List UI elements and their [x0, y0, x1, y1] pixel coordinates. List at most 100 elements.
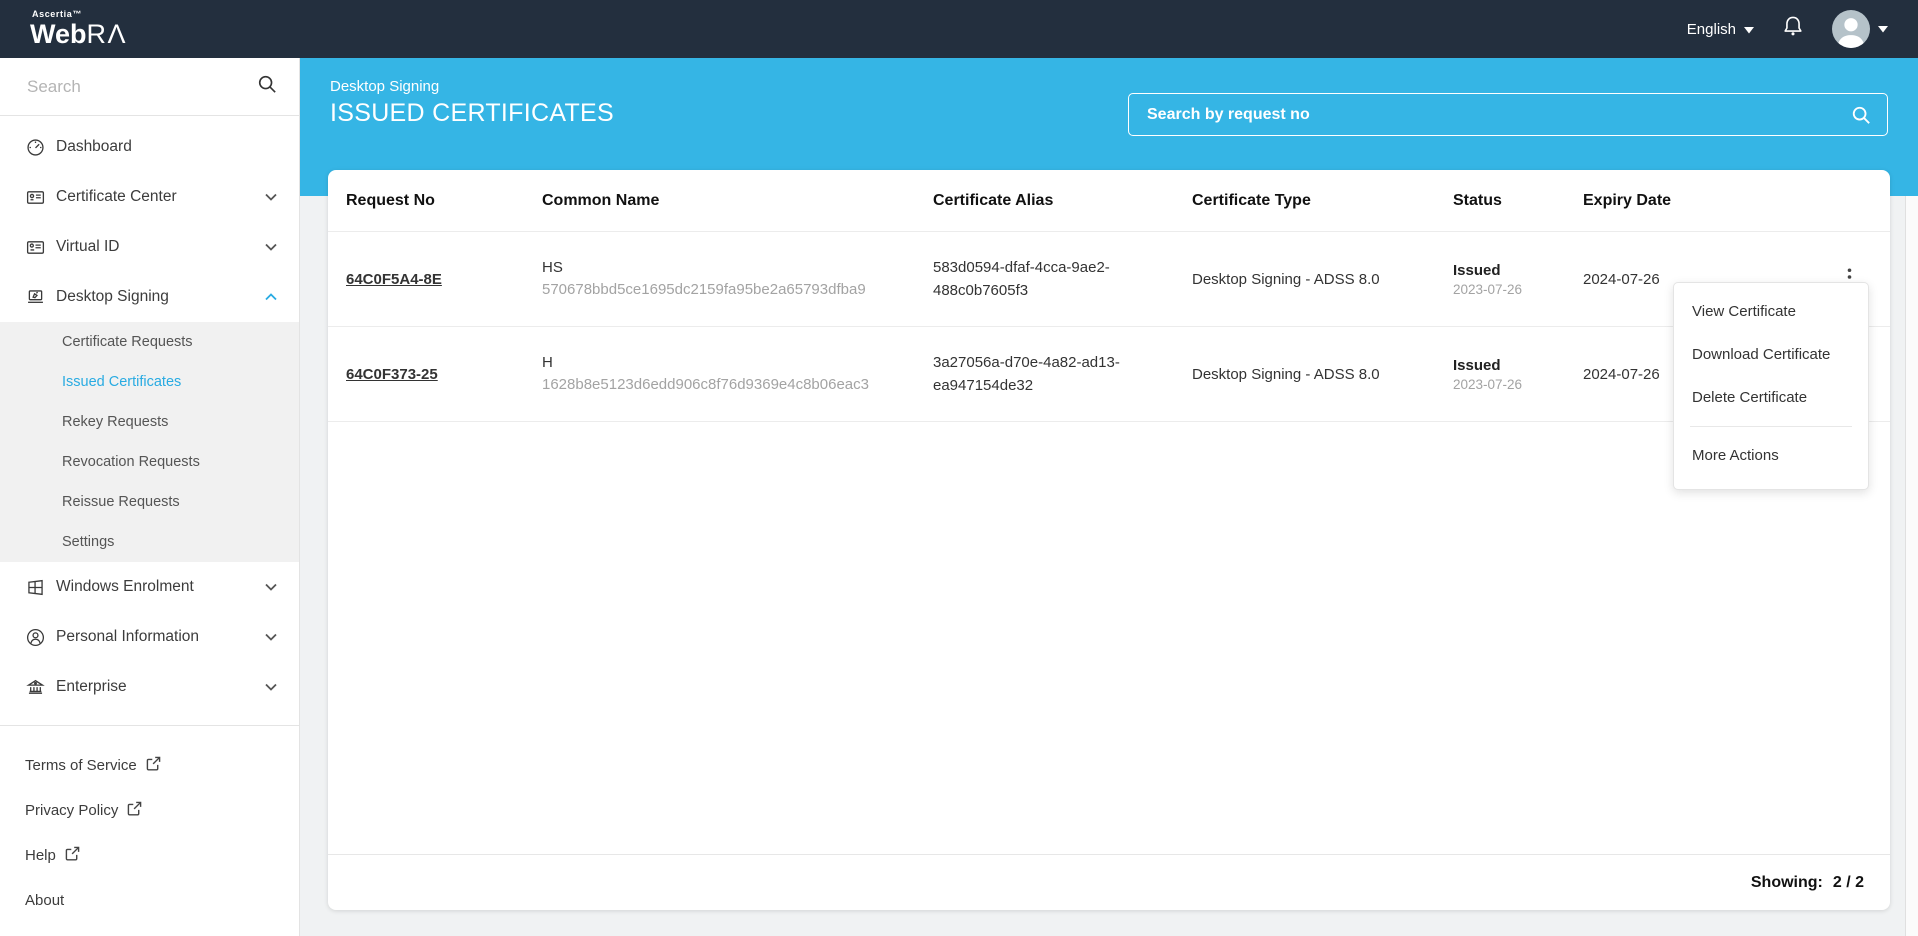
caret-down-icon	[1878, 20, 1888, 38]
status-badge: Issued	[1453, 262, 1583, 279]
external-link-icon	[146, 756, 161, 775]
breadcrumb: Desktop Signing	[330, 78, 614, 95]
certificate-type: Desktop Signing - ADSS 8.0	[1192, 271, 1453, 288]
logo-ra: RΛ	[87, 19, 128, 49]
column-header-certificate-alias: Certificate Alias	[933, 192, 1192, 210]
sidebar-item-label: Certificate Center	[56, 188, 177, 206]
page-title: ISSUED CERTIFICATES	[330, 99, 614, 128]
status-date: 2023-07-26	[1453, 377, 1583, 392]
request-no-link[interactable]: 64C0F373-25	[346, 366, 438, 383]
logo-web: Web	[30, 19, 87, 49]
desktop-signing-submenu: Certificate Requests Issued Certificates…	[0, 322, 299, 562]
showing-value: 2 / 2	[1833, 874, 1864, 892]
table-header: Request No Common Name Certificate Alias…	[328, 170, 1890, 232]
menu-item-delete-certificate[interactable]: Delete Certificate	[1674, 376, 1868, 419]
table-row: 64C0F5A4-8E HS 570678bbd5ce1695dc2159fa9…	[328, 232, 1890, 327]
main-content: Desktop Signing ISSUED CERTIFICATES Requ…	[300, 58, 1918, 936]
column-header-common-name: Common Name	[542, 192, 933, 210]
sidebar-item-enterprise[interactable]: Enterprise	[0, 662, 299, 712]
submenu-item-settings[interactable]: Settings	[0, 522, 299, 562]
link-label: Terms of Service	[25, 757, 137, 774]
menu-item-more-actions[interactable]: More Actions	[1674, 434, 1868, 477]
sidebar-search	[0, 58, 299, 116]
common-name-primary: H	[542, 352, 933, 375]
sidebar-item-windows-enrolment[interactable]: Windows Enrolment	[0, 562, 299, 612]
app-logo: Ascertia™ WebRΛ	[30, 10, 127, 48]
notifications-button[interactable]	[1780, 14, 1806, 45]
submenu-item-reissue-requests[interactable]: Reissue Requests	[0, 482, 299, 522]
chevron-down-icon	[265, 243, 277, 251]
menu-item-view-certificate[interactable]: View Certificate	[1674, 290, 1868, 333]
sidebar-item-label: Desktop Signing	[56, 288, 169, 306]
vertical-scrollbar[interactable]	[1905, 196, 1918, 936]
windows-icon	[24, 576, 46, 598]
submenu-item-rekey-requests[interactable]: Rekey Requests	[0, 402, 299, 442]
sidebar-item-certificate-center[interactable]: Certificate Center	[0, 172, 299, 222]
link-label: About	[25, 892, 64, 909]
chevron-down-icon	[265, 193, 277, 201]
page-title-block: Desktop Signing ISSUED CERTIFICATES	[330, 78, 614, 128]
showing-label: Showing:	[1751, 874, 1823, 892]
about-link[interactable]: About	[0, 878, 299, 923]
sidebar-menu: Dashboard Certificate Center Virtual ID …	[0, 116, 299, 712]
column-header-status: Status	[1453, 192, 1583, 210]
menu-divider	[1690, 426, 1852, 427]
sidebar-item-label: Virtual ID	[56, 238, 119, 256]
chevron-down-icon	[265, 683, 277, 691]
row-actions-menu: View Certificate Download Certificate De…	[1673, 282, 1869, 490]
submenu-item-certificate-requests[interactable]: Certificate Requests	[0, 322, 299, 362]
external-link-icon	[65, 846, 80, 865]
search-icon[interactable]	[1851, 105, 1871, 125]
sidebar-item-dashboard[interactable]: Dashboard	[0, 122, 299, 172]
common-name-secondary: 1628b8e5123d6edd906c8f76d9369e4c8b06eac3	[542, 374, 872, 397]
chevron-down-icon	[265, 583, 277, 591]
sidebar-item-virtual-id[interactable]: Virtual ID	[0, 222, 299, 272]
caret-down-icon	[1744, 21, 1754, 38]
language-selector[interactable]: English	[1687, 21, 1754, 38]
table-row: 64C0F373-25 H 1628b8e5123d6edd906c8f76d9…	[328, 327, 1890, 422]
common-name-primary: HS	[542, 257, 933, 280]
id-card-icon	[24, 236, 46, 258]
sidebar-item-desktop-signing[interactable]: Desktop Signing	[0, 272, 299, 322]
menu-item-download-certificate[interactable]: Download Certificate	[1674, 333, 1868, 376]
chevron-up-icon	[265, 293, 277, 301]
top-navbar: Ascertia™ WebRΛ English	[0, 0, 1918, 58]
common-name-secondary: 570678bbd5ce1695dc2159fa95be2a65793dfba9	[542, 279, 872, 302]
column-header-expiry-date: Expiry Date	[1583, 192, 1773, 210]
certificate-type: Desktop Signing - ADSS 8.0	[1192, 366, 1453, 383]
help-link[interactable]: Help	[0, 833, 299, 878]
privacy-policy-link[interactable]: Privacy Policy	[0, 788, 299, 833]
submenu-item-issued-certificates[interactable]: Issued Certificates	[0, 362, 299, 402]
terms-of-service-link[interactable]: Terms of Service	[0, 743, 299, 788]
sidebar-item-personal-information[interactable]: Personal Information	[0, 612, 299, 662]
sidebar-search-input[interactable]	[25, 76, 257, 98]
request-search-input[interactable]	[1145, 105, 1851, 125]
sidebar-item-label: Personal Information	[56, 628, 199, 646]
request-search-box	[1128, 93, 1888, 136]
certificate-card-icon	[24, 186, 46, 208]
avatar	[1832, 10, 1870, 48]
dashboard-icon	[24, 136, 46, 158]
language-label: English	[1687, 21, 1736, 38]
request-no-link[interactable]: 64C0F5A4-8E	[346, 271, 442, 288]
logo-company: Ascertia™	[32, 10, 127, 19]
issued-certificates-card: Request No Common Name Certificate Alias…	[328, 170, 1890, 910]
certificate-alias: 3a27056a-d70e-4a82-ad13-ea947154de32	[933, 351, 1141, 398]
certificate-alias: 583d0594-dfaf-4cca-9ae2-488c0b7605f3	[933, 256, 1141, 303]
desktop-signing-icon	[24, 286, 46, 308]
link-label: Help	[25, 847, 56, 864]
link-label: Privacy Policy	[25, 802, 118, 819]
status-badge: Issued	[1453, 357, 1583, 374]
external-link-icon	[127, 801, 142, 820]
submenu-item-revocation-requests[interactable]: Revocation Requests	[0, 442, 299, 482]
column-header-request-no: Request No	[346, 192, 542, 210]
bell-icon	[1780, 14, 1806, 45]
status-date: 2023-07-26	[1453, 282, 1583, 297]
user-menu[interactable]	[1832, 10, 1888, 48]
search-icon[interactable]	[257, 74, 277, 99]
sidebar: Dashboard Certificate Center Virtual ID …	[0, 58, 300, 936]
sidebar-item-label: Dashboard	[56, 138, 132, 156]
sidebar-item-label: Windows Enrolment	[56, 578, 194, 596]
sidebar-footer: Terms of Service Privacy Policy Help Abo…	[0, 726, 299, 923]
column-header-certificate-type: Certificate Type	[1192, 192, 1453, 210]
